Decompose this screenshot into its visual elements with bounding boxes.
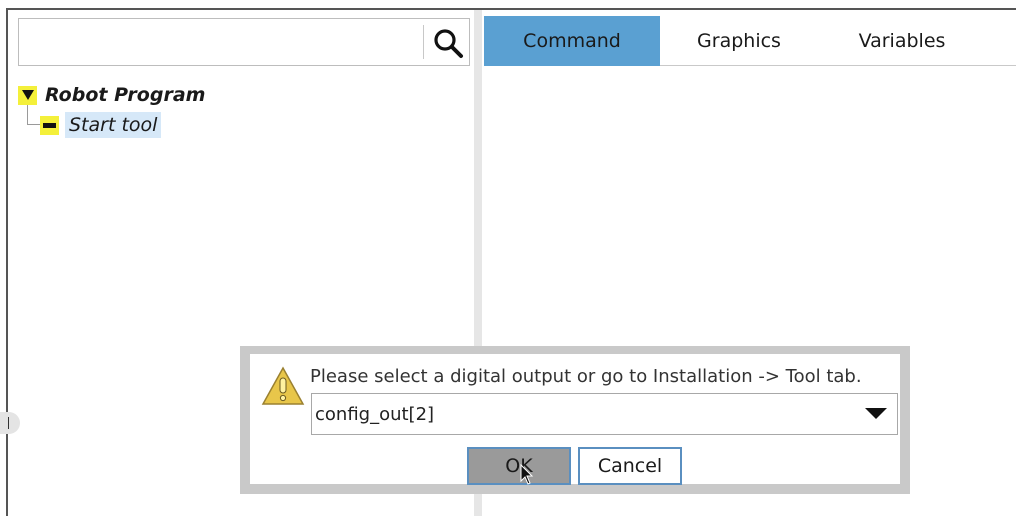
- window-left-border: [0, 8, 8, 516]
- expand-toggle[interactable]: [18, 85, 37, 105]
- triangle-down-icon: [21, 90, 34, 100]
- cancel-button[interactable]: Cancel: [578, 447, 682, 485]
- tree-node-label: Start tool: [69, 114, 158, 136]
- tree-node-label: Robot Program: [45, 84, 206, 106]
- tab-variables[interactable]: Variables: [818, 16, 986, 66]
- select-output-dialog: Please select a digital output or go to …: [240, 346, 910, 494]
- ok-button[interactable]: OK: [467, 447, 571, 485]
- tree-node-start-tool[interactable]: Start tool: [40, 112, 162, 138]
- search-divider: [423, 25, 424, 59]
- digital-output-select[interactable]: config_out[2]: [311, 393, 898, 435]
- tab-bar: Command Graphics Variables: [484, 16, 1016, 66]
- panel-resize-handle[interactable]: [0, 412, 20, 434]
- tab-graphics[interactable]: Graphics: [660, 16, 818, 66]
- tree-node-robot-program[interactable]: Robot Program: [18, 82, 205, 108]
- dialog-message: Please select a digital output or go to …: [310, 366, 862, 387]
- minus-icon: [43, 122, 56, 128]
- dialog-body: Please select a digital output or go to …: [250, 354, 900, 485]
- selected-node-highlight[interactable]: Start tool: [65, 112, 162, 138]
- tab-command[interactable]: Command: [484, 16, 660, 66]
- search-icon[interactable]: [431, 26, 465, 60]
- mouse-pointer-icon: [520, 464, 534, 485]
- warning-icon: [261, 366, 305, 405]
- node-marker: [40, 115, 59, 135]
- tree-connector: [27, 124, 41, 125]
- window-top-border: [8, 8, 1016, 10]
- chevron-down-icon[interactable]: [865, 408, 887, 419]
- search-bar: [18, 18, 470, 66]
- search-input[interactable]: [19, 19, 423, 65]
- selected-output-value: config_out[2]: [315, 403, 435, 425]
